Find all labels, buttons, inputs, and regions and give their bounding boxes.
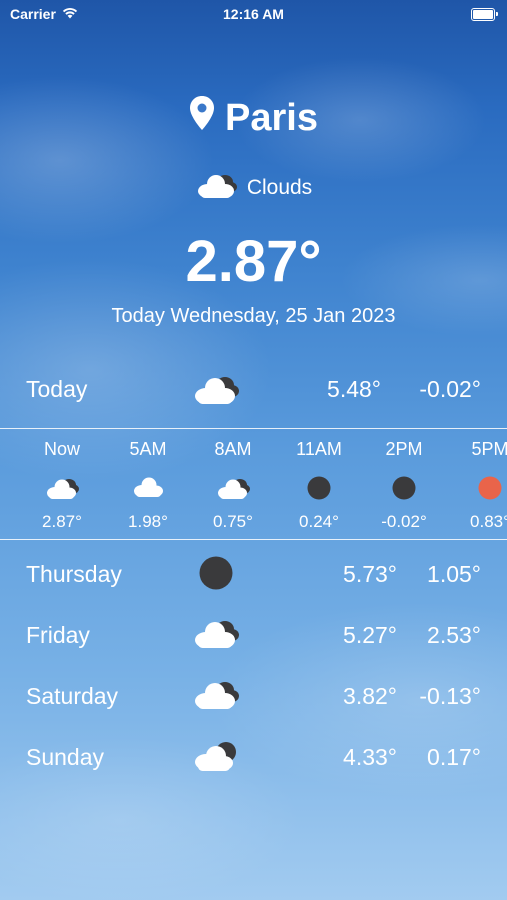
current-temperature: 2.87°: [185, 229, 322, 294]
hourly-forecast[interactable]: Now 2.87° 5AM 1.98° 8AM 0.75° 11AM 0.24°…: [0, 428, 507, 540]
day-low: 1.05°: [427, 561, 481, 587]
day-label: Sunday: [26, 744, 105, 770]
hourly-item: Now 2.87°: [22, 429, 102, 539]
dark-circle-icon: [279, 476, 359, 500]
battery-icon: [471, 8, 498, 21]
sun-icon: [450, 476, 507, 500]
cloud-icon: [192, 616, 240, 656]
day-low: 2.53°: [427, 622, 481, 648]
hourly-item: 8AM 0.75°: [193, 429, 273, 539]
day-high: 5.73°: [343, 561, 397, 587]
location-pin-icon: [189, 95, 215, 141]
day-high: 5.27°: [343, 622, 397, 648]
hour-label: Now: [43, 439, 80, 459]
daily-row-friday: Friday 5.27° 2.53°: [0, 614, 507, 654]
today-summary-row: Today 5.48° -0.02°: [0, 372, 507, 410]
daily-row-saturday: Saturday 3.82° -0.13°: [0, 675, 507, 715]
hourly-item: 2PM -0.02°: [364, 429, 444, 539]
city-header: Paris: [0, 95, 507, 141]
hour-label: 5PM: [471, 439, 507, 459]
cloud-small-icon: [108, 476, 188, 498]
condition-label: Clouds: [246, 176, 313, 199]
cloud-icon: [195, 170, 239, 206]
cloud-moon-icon: [192, 738, 240, 778]
hour-temperature: 0.24°: [299, 512, 339, 531]
today-high: 5.48°: [327, 376, 381, 402]
hourly-item: 5PM 0.83°: [450, 429, 507, 539]
hour-label: 5AM: [129, 439, 167, 459]
hour-temperature: -0.02°: [381, 512, 427, 531]
status-bar: Carrier 12:16 AM: [0, 0, 507, 28]
hourly-item: 11AM 0.24°: [279, 429, 359, 539]
dark-circle-icon: [364, 476, 444, 500]
daily-row-thursday: Thursday 5.73° 1.05°: [0, 553, 507, 593]
hour-label: 11AM: [296, 439, 342, 459]
day-label: Saturday: [26, 683, 119, 709]
hour-temperature: 0.83°: [470, 512, 507, 531]
city-name: Paris: [225, 96, 318, 139]
hour-label: 8AM: [214, 439, 252, 459]
day-high: 4.33°: [343, 744, 397, 770]
day-low: 0.17°: [427, 744, 481, 770]
day-label: Friday: [26, 622, 90, 648]
daily-row-sunday: Sunday 4.33° 0.17°: [0, 736, 507, 776]
day-high: 3.82°: [343, 683, 397, 709]
status-time: 12:16 AM: [223, 6, 284, 22]
hourly-item: 5AM 1.98°: [108, 429, 188, 539]
today-low: -0.02°: [419, 376, 481, 402]
hour-label: 2PM: [385, 439, 423, 459]
cloud-icon: [192, 677, 240, 717]
current-condition: Clouds: [0, 170, 507, 206]
cloud-icon: [22, 476, 102, 500]
current-date: Today Wednesday, 25 Jan 2023: [111, 305, 396, 327]
dark-circle-icon: [198, 555, 234, 597]
cloud-icon: [193, 476, 273, 500]
hour-temperature: 0.75°: [213, 512, 253, 531]
day-low: -0.13°: [419, 683, 481, 709]
cloud-icon: [192, 372, 240, 412]
hour-temperature: 1.98°: [128, 512, 168, 531]
day-label: Thursday: [26, 561, 122, 587]
hour-temperature: 2.87°: [42, 512, 82, 531]
today-label: Today: [26, 376, 88, 402]
